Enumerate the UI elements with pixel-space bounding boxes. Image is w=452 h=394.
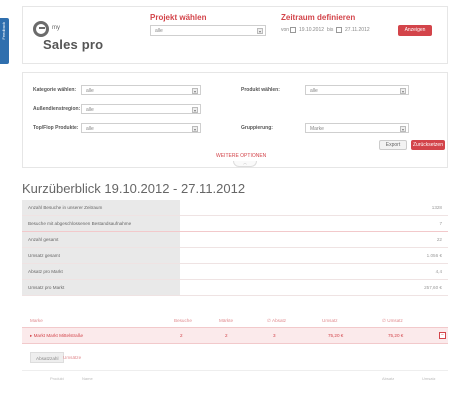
column-header[interactable]: Besuche xyxy=(174,318,192,323)
kpi-row: Umsatz gesamt 1.056 € xyxy=(22,248,448,264)
result-tabs: Absatzzahl Umsätze xyxy=(30,352,90,364)
kpi-label: Umsatz gesamt xyxy=(22,248,180,263)
chevron-down-icon: ▾ xyxy=(192,107,198,113)
collapse-icon[interactable]: − xyxy=(439,332,446,339)
date-to-input[interactable]: 27.11.2012 xyxy=(345,27,370,33)
export-button[interactable]: Export xyxy=(379,140,407,150)
logo-c-icon xyxy=(33,21,49,37)
logo-name-text: Sales pro xyxy=(43,37,104,52)
kpi-label: Besuche mit abgeschlossenen Bestandsaufn… xyxy=(22,216,180,231)
kpi-value: 4,4 xyxy=(435,269,442,274)
sub-column-header[interactable]: Umsatz xyxy=(422,376,436,381)
apply-button[interactable]: Anzeigen xyxy=(398,25,432,36)
table-cell[interactable]: ▸ Markt Markt Mittelstraße xyxy=(30,333,83,339)
chevron-up-icon[interactable]: ︿ xyxy=(233,161,257,167)
product-select[interactable]: alle ▾ xyxy=(305,85,409,95)
kpi-value: 1328 xyxy=(431,205,442,210)
category-select[interactable]: alle ▾ xyxy=(81,85,201,95)
header-panel: my Sales pro Projekt wählen alle ▾ Zeitr… xyxy=(22,6,448,64)
project-select-value: alle xyxy=(155,28,163,34)
tab-umsatz[interactable]: Umsätze xyxy=(58,352,86,363)
kpi-row: Anzahl gesamt 22 xyxy=(22,232,448,248)
overview-title: Kurzüberblick 19.10.2012 - 27.11.2012 xyxy=(22,181,246,196)
table-cell: 75,20 € xyxy=(328,333,344,338)
kpi-row: Absatz pro Markt 4,4 xyxy=(22,264,448,280)
date-from-input[interactable]: 19.10.2012 xyxy=(299,27,324,33)
table-row[interactable]: − ▸ Markt Markt Mittelstraße 2 2 3 75,20 € 75… xyxy=(22,328,448,344)
grouping-label: Gruppierung: xyxy=(241,125,273,131)
brand-table: Marke Besuche Märkte ∅ Absatz Umsatz ∅ Umsatz… xyxy=(22,313,448,344)
kpi-label: Absatz pro Markt xyxy=(22,264,180,279)
calendar-icon[interactable] xyxy=(290,27,296,33)
period-title: Zeitraum definieren xyxy=(281,13,356,22)
table-header: Marke Besuche Märkte ∅ Absatz Umsatz ∅ Umsatz xyxy=(22,313,448,328)
calendar-icon[interactable] xyxy=(336,27,342,33)
table-cell: 2 xyxy=(225,333,228,338)
column-header[interactable]: Märkte xyxy=(219,318,233,323)
kpi-row: Umsatz pro Markt 257,60 € xyxy=(22,280,448,296)
top-flop-select[interactable]: alle ▾ xyxy=(81,123,201,133)
feedback-tab-label: Feedback xyxy=(1,22,6,40)
column-header[interactable]: Marke xyxy=(30,318,43,323)
column-header[interactable]: ∅ Umsatz xyxy=(382,318,403,324)
product-label: Produkt wählen: xyxy=(241,87,280,93)
kpi-row: Besuche mit abgeschlossenen Bestandsaufn… xyxy=(22,216,448,232)
kpi-value: 1.056 € xyxy=(426,253,442,258)
product-select-value: alle xyxy=(310,88,318,94)
more-options-link[interactable]: WEITERE OPTIONEN xyxy=(216,153,266,159)
table-cell: 75,20 € xyxy=(388,333,404,338)
reset-button[interactable]: Zurücksetzen xyxy=(411,140,445,150)
kpi-value: 7 xyxy=(439,221,442,226)
sub-column-header[interactable]: Name xyxy=(82,376,93,381)
top-flop-select-value: alle xyxy=(86,126,94,132)
date-from-label: von xyxy=(281,27,290,33)
chevron-down-icon: ▾ xyxy=(400,126,406,132)
column-header[interactable]: Umsatz xyxy=(322,318,338,323)
kpi-list: Anzahl Besuche in unserer Zeitraum 1328 Be… xyxy=(22,200,448,296)
app-logo: my Sales pro xyxy=(33,19,109,55)
feedback-side-tab[interactable]: Feedback xyxy=(0,18,9,64)
kpi-label: Umsatz pro Markt xyxy=(22,280,180,295)
field-service-select[interactable]: alle ▾ xyxy=(81,104,201,114)
field-service-select-value: alle xyxy=(86,107,94,113)
table-cell: 3 xyxy=(273,333,276,338)
chevron-down-icon: ▾ xyxy=(257,28,263,34)
chevron-down-icon: ▾ xyxy=(192,88,198,94)
category-select-value: alle xyxy=(86,88,94,94)
filter-panel: Kategorie wählen: alle ▾ Außendienstregi… xyxy=(22,72,448,168)
category-label: Kategorie wählen: xyxy=(33,87,77,93)
top-flop-label: Top/Flop Produkte: xyxy=(33,125,79,131)
kpi-label: Anzahl gesamt xyxy=(22,232,180,247)
project-select[interactable]: alle ▾ xyxy=(150,25,266,36)
grouping-select-value: Marke xyxy=(310,126,324,132)
grouping-select[interactable]: Marke ▾ xyxy=(305,123,409,133)
field-service-label: Außendienstregion: xyxy=(33,106,81,112)
kpi-label: Anzahl Besuche in unserer Zeitraum xyxy=(22,200,180,215)
chevron-down-icon: ▾ xyxy=(400,88,406,94)
date-to-label: bis xyxy=(327,27,334,33)
kpi-value: 22 xyxy=(436,237,442,242)
kpi-value: 257,60 € xyxy=(424,285,442,290)
logo-my-text: my xyxy=(52,25,60,31)
project-select-title: Projekt wählen xyxy=(150,13,207,22)
table-cell: 2 xyxy=(180,333,183,338)
sub-table-header: Produkt Name Absatz Umsatz xyxy=(22,370,448,384)
kpi-row: Anzahl Besuche in unserer Zeitraum 1328 xyxy=(22,200,448,216)
column-header[interactable]: ∅ Absatz xyxy=(267,318,286,324)
chevron-down-icon: ▾ xyxy=(192,126,198,132)
sub-column-header[interactable]: Produkt xyxy=(50,376,64,381)
sub-column-header[interactable]: Absatz xyxy=(382,376,394,381)
